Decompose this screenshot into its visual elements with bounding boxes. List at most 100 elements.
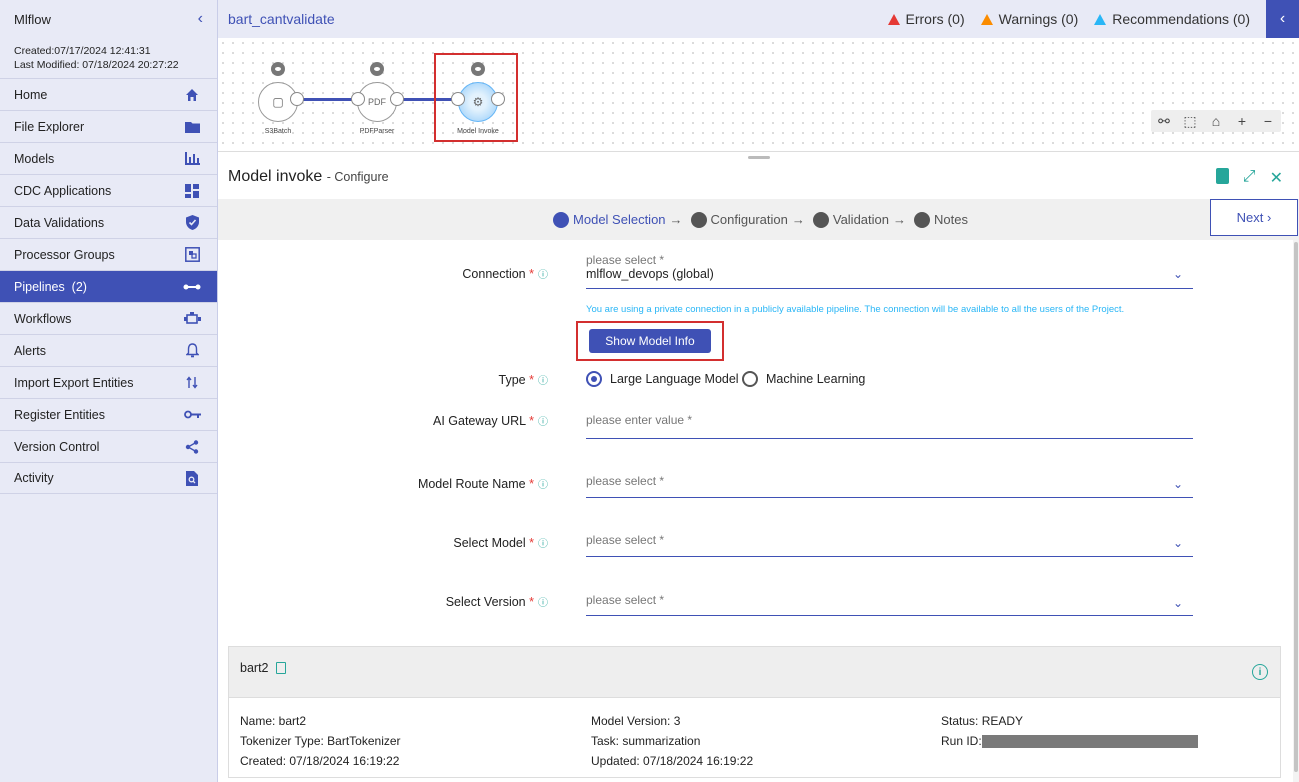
dashboard-icon	[183, 182, 201, 200]
run-id: Run ID:	[941, 731, 1198, 751]
radio-unchecked-icon	[742, 371, 758, 387]
sidebar-item-label: File Explorer	[14, 119, 85, 134]
zoom-in-icon[interactable]: +	[1229, 110, 1255, 132]
next-label: Next	[1236, 210, 1264, 225]
sidebar-nav: Home File Explorer Models CDC Applicatio…	[0, 78, 217, 494]
info-icon[interactable]: ⓘ	[538, 417, 548, 428]
next-button[interactable]: Next ›	[1210, 199, 1298, 236]
info-icon[interactable]: i	[1252, 664, 1268, 680]
select-area-icon[interactable]: ⬚	[1177, 110, 1203, 132]
errors-status[interactable]: Errors (0)	[887, 11, 965, 27]
model-info-panel: bart2 i Name: bart2 Tokenizer Type: Bart…	[228, 646, 1281, 778]
clipboard-icon[interactable]	[1215, 168, 1229, 184]
key-icon	[183, 406, 201, 424]
project-title: Mlflow	[14, 11, 51, 27]
show-model-info-button[interactable]: Show Model Info	[589, 329, 711, 353]
step-arrow: →	[669, 212, 683, 227]
select-version-select[interactable]: please select * ⌄	[586, 593, 1193, 616]
recommendations-status[interactable]: Recommendations (0)	[1094, 11, 1250, 27]
resize-handle[interactable]	[748, 156, 770, 159]
sidebar-item-label: Workflows	[14, 311, 72, 326]
close-icon[interactable]: ✕	[1270, 168, 1283, 188]
sidebar-item-activity[interactable]: Activity	[0, 462, 217, 494]
chevron-down-icon: ⌄	[1172, 536, 1183, 550]
model-info-col-1: Name: bart2 Tokenizer Type: BartTokenize…	[240, 711, 401, 771]
node-port[interactable]	[390, 92, 404, 106]
share-icon	[183, 438, 201, 456]
chevron-right-icon: ›	[1267, 210, 1272, 225]
collapse-sidebar-icon[interactable]: ‹	[198, 10, 203, 28]
eye-icon[interactable]	[271, 62, 285, 76]
copy-icon[interactable]	[276, 662, 286, 674]
sidebar-item-register-entities[interactable]: Register Entities	[0, 398, 217, 430]
sidebar-item-processor-groups[interactable]: Processor Groups	[0, 238, 217, 270]
eye-icon[interactable]	[370, 62, 384, 76]
sidebar-item-cdc-applications[interactable]: CDC Applications	[0, 174, 217, 206]
zoom-out-icon[interactable]: −	[1255, 110, 1281, 132]
connection-value: mlflow_devops (global)	[586, 267, 714, 281]
radio-label: Large Language Model	[610, 372, 739, 386]
home-icon[interactable]: ⌂	[1203, 110, 1229, 132]
model-route-select[interactable]: please select * ⌄	[586, 474, 1193, 498]
step-validation[interactable]: Validation	[833, 212, 889, 227]
activity-search-icon	[183, 469, 201, 487]
sidebar-item-data-validations[interactable]: Data Validations	[0, 206, 217, 238]
connection-placeholder: please select *	[586, 253, 665, 267]
step-configuration[interactable]: Configuration	[711, 212, 788, 227]
node-label: S3Batch	[264, 128, 292, 135]
recommendation-icon	[1094, 13, 1107, 25]
sidebar-item-label: Import Export Entities	[14, 375, 134, 390]
modified-date: Last Modified: 07/18/2024 20:27:22	[14, 59, 179, 71]
expand-icon[interactable]: ⤢	[1243, 168, 1256, 188]
shield-check-icon	[183, 214, 201, 232]
sidebar-item-version-control[interactable]: Version Control	[0, 430, 217, 462]
info-icon[interactable]: ⓘ	[538, 598, 548, 609]
sidebar-item-label: CDC Applications	[14, 183, 112, 198]
info-icon[interactable]: ⓘ	[538, 539, 548, 550]
canvas-toolbar: ⚯ ⬚ ⌂ + −	[1151, 110, 1281, 132]
node-label: PDFParser	[359, 128, 395, 135]
chevron-down-icon: ⌄	[1172, 267, 1183, 281]
sidebar-item-label: Version Control	[14, 439, 100, 454]
info-icon[interactable]: ⓘ	[538, 376, 548, 387]
step-arrow: →	[791, 212, 805, 227]
gateway-url-input[interactable]: please enter value *	[586, 413, 1193, 439]
configure-actions: ⤢ ✕	[1215, 168, 1283, 188]
sidebar-item-models[interactable]: Models	[0, 142, 217, 174]
radio-large-language-model[interactable]: Large Language Model	[586, 371, 739, 387]
configure-subtitle: - Configure	[326, 170, 389, 184]
connection-label: Connection * ⓘ	[462, 267, 548, 281]
warnings-status[interactable]: Warnings (0)	[980, 11, 1078, 27]
select-model-placeholder: please select *	[586, 533, 665, 547]
step-model-selection[interactable]: Model Selection	[573, 212, 666, 227]
sidebar-item-pipelines[interactable]: Pipelines (2)	[0, 270, 217, 302]
sidebar-item-file-explorer[interactable]: File Explorer	[0, 110, 217, 142]
model-route-placeholder: please select *	[586, 474, 665, 488]
sidebar-item-workflows[interactable]: Workflows	[0, 302, 217, 334]
pipeline-name[interactable]: bart_cantvalidate	[228, 11, 888, 27]
radio-label: Machine Learning	[766, 372, 866, 386]
sidebar-item-alerts[interactable]: Alerts	[0, 334, 217, 366]
radio-machine-learning[interactable]: Machine Learning	[742, 371, 865, 387]
info-icon[interactable]: ⓘ	[538, 480, 548, 491]
collapse-panel-button[interactable]: ‹	[1266, 0, 1299, 38]
sidebar-item-import-export-entities[interactable]: Import Export Entities	[0, 366, 217, 398]
step-notes[interactable]: Notes	[934, 212, 968, 227]
scrollbar[interactable]	[1293, 240, 1299, 782]
errors-label: Errors (0)	[905, 11, 965, 27]
select-model-select[interactable]: please select * ⌄	[586, 533, 1193, 557]
layout-icon[interactable]: ⚯	[1151, 110, 1177, 132]
sidebar-item-home[interactable]: Home	[0, 78, 217, 110]
node-port[interactable]	[351, 92, 365, 106]
pipeline-canvas[interactable]: ▢ S3Batch PDF PDFParser ⚙ Model Invoke ⚯…	[218, 38, 1299, 152]
sidebar-item-label: Register Entities	[14, 407, 106, 422]
info-icon[interactable]: ⓘ	[538, 270, 548, 281]
redacted-run-id	[981, 735, 1198, 749]
step-dot	[553, 211, 570, 228]
sidebar-item-label: Models	[14, 151, 55, 166]
warning-icon	[980, 13, 993, 25]
updated-date: Updated: 07/18/2024 16:19:22	[591, 754, 754, 768]
node-port[interactable]	[290, 92, 304, 106]
select-version-placeholder: please select *	[586, 593, 665, 607]
connection-select[interactable]: please select * mlflow_devops (global) ⌄	[586, 253, 1193, 289]
